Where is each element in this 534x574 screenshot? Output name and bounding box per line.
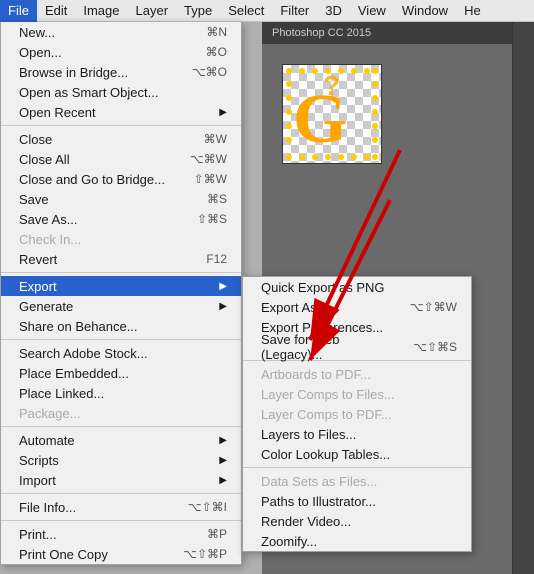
menu-item-place-embedded[interactable]: Place Embedded...	[1, 363, 241, 383]
separator-2	[1, 272, 241, 273]
menu-item-check-in[interactable]: Check In...	[1, 229, 241, 249]
menu-item-close-all[interactable]: Close All ⌥⌘W	[1, 149, 241, 169]
menubar-item-layer[interactable]: Layer	[128, 0, 177, 22]
selection-dot	[286, 95, 292, 101]
menubar-item-select[interactable]: Select	[220, 0, 272, 22]
menu-item-scripts[interactable]: Scripts ▶	[1, 450, 241, 470]
submenu-item-quick-export-png[interactable]: Quick Export as PNG	[243, 277, 471, 297]
selection-dot	[372, 95, 378, 101]
menubar-item-view[interactable]: View	[350, 0, 394, 22]
separator-1	[1, 125, 241, 126]
selection-dot	[372, 68, 378, 74]
file-dropdown-menu: New... ⌘N Open... ⌘O Browse in Bridge...…	[0, 22, 242, 565]
submenu-item-render-video[interactable]: Render Video...	[243, 511, 471, 531]
canvas-title: Photoshop CC 2015	[272, 27, 371, 39]
submenu-item-export-as[interactable]: Export As... ⌥⇧⌘W	[243, 297, 471, 317]
selection-dot	[364, 154, 370, 160]
selection-dot	[286, 68, 292, 74]
menu-item-package[interactable]: Package...	[1, 403, 241, 423]
menu-item-save-as[interactable]: Save As... ⇧⌘S	[1, 209, 241, 229]
selection-dot	[286, 137, 292, 143]
selection-dot	[372, 137, 378, 143]
separator-6	[1, 520, 241, 521]
menu-item-export[interactable]: Export ▶	[1, 276, 241, 296]
selection-dot	[286, 123, 292, 129]
submenu-item-layer-comps-files[interactable]: Layer Comps to Files...	[243, 384, 471, 404]
g-canvas: G ?	[282, 64, 382, 164]
separator-5	[1, 493, 241, 494]
submenu-item-layer-comps-pdf[interactable]: Layer Comps to PDF...	[243, 404, 471, 424]
menubar-item-file[interactable]: File	[0, 0, 37, 22]
submenu-separator-2	[243, 467, 471, 468]
selection-dot	[312, 154, 318, 160]
selection-dot	[299, 154, 305, 160]
menu-item-import[interactable]: Import ▶	[1, 470, 241, 490]
menu-item-search-adobe-stock[interactable]: Search Adobe Stock...	[1, 343, 241, 363]
submenu-item-color-lookup-tables[interactable]: Color Lookup Tables...	[243, 444, 471, 464]
right-toolbar	[512, 22, 534, 574]
submenu-item-paths-illustrator[interactable]: Paths to Illustrator...	[243, 491, 471, 511]
menu-item-file-info[interactable]: File Info... ⌥⇧⌘I	[1, 497, 241, 517]
menubar-item-3d[interactable]: 3D	[317, 0, 350, 22]
export-submenu: Quick Export as PNG Export As... ⌥⇧⌘W Ex…	[242, 276, 472, 552]
menu-item-close-go-bridge[interactable]: Close and Go to Bridge... ⇧⌘W	[1, 169, 241, 189]
selection-dot	[372, 81, 378, 87]
submenu-item-layers-to-files[interactable]: Layers to Files...	[243, 424, 471, 444]
submenu-item-zoomify[interactable]: Zoomify...	[243, 531, 471, 551]
canvas-titlebar: Photoshop CC 2015	[262, 22, 534, 44]
separator-4	[1, 426, 241, 427]
menu-item-generate[interactable]: Generate ▶	[1, 296, 241, 316]
submenu-item-artboards-pdf[interactable]: Artboards to PDF...	[243, 364, 471, 384]
selection-dot	[364, 68, 370, 74]
selection-dot	[325, 68, 331, 74]
menu-item-open-smart-object[interactable]: Open as Smart Object...	[1, 82, 241, 102]
selection-dot	[338, 154, 344, 160]
selection-dot	[299, 68, 305, 74]
selection-dot	[372, 109, 378, 115]
menu-item-open-recent[interactable]: Open Recent ▶	[1, 102, 241, 122]
menu-item-browse-bridge[interactable]: Browse in Bridge... ⌥⌘O	[1, 62, 241, 82]
menubar-item-type[interactable]: Type	[176, 0, 220, 22]
selection-dot	[372, 154, 378, 160]
selection-dot	[312, 68, 318, 74]
selection-dot	[286, 81, 292, 87]
menubar-item-help[interactable]: He	[456, 0, 489, 22]
menubar-item-window[interactable]: Window	[394, 0, 456, 22]
menubar-item-edit[interactable]: Edit	[37, 0, 75, 22]
menubar: File Edit Image Layer Type Select Filter…	[0, 0, 534, 22]
menu-item-close[interactable]: Close ⌘W	[1, 129, 241, 149]
selection-dot	[351, 68, 357, 74]
selection-dot	[286, 109, 292, 115]
submenu-item-save-for-web[interactable]: Save for Web (Legacy)... ⌥⇧⌘S	[243, 337, 471, 357]
separator-3	[1, 339, 241, 340]
menu-item-print[interactable]: Print... ⌘P	[1, 524, 241, 544]
menu-item-save[interactable]: Save ⌘S	[1, 189, 241, 209]
menu-item-automate[interactable]: Automate ▶	[1, 430, 241, 450]
selection-dot	[351, 154, 357, 160]
selection-dot	[372, 123, 378, 129]
menu-item-place-linked[interactable]: Place Linked...	[1, 383, 241, 403]
menu-item-new[interactable]: New... ⌘N	[1, 22, 241, 42]
menu-item-print-one-copy[interactable]: Print One Copy ⌥⇧⌘P	[1, 544, 241, 564]
menubar-item-image[interactable]: Image	[75, 0, 127, 22]
selection-dot	[325, 154, 331, 160]
menu-item-open[interactable]: Open... ⌘O	[1, 42, 241, 62]
selection-dot	[338, 68, 344, 74]
menubar-item-filter[interactable]: Filter	[272, 0, 317, 22]
submenu-item-data-sets-files[interactable]: Data Sets as Files...	[243, 471, 471, 491]
g-question-mark: ?	[323, 70, 340, 102]
menu-item-share-behance[interactable]: Share on Behance...	[1, 316, 241, 336]
menu-item-revert[interactable]: Revert F12	[1, 249, 241, 269]
selection-dot	[286, 154, 292, 160]
